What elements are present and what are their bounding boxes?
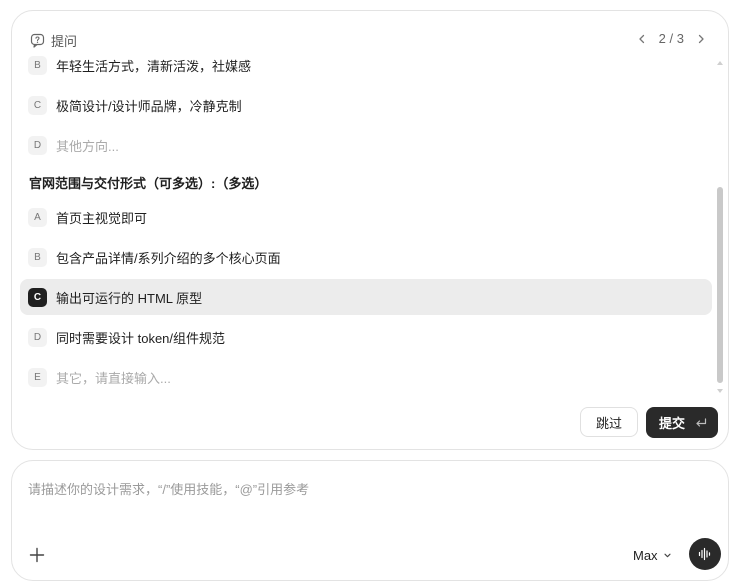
option-q2-a[interactable]: A 首页主视觉即可	[20, 199, 712, 235]
page-separator: /	[669, 31, 674, 46]
option-q2-b[interactable]: B 包含产品详情/系列介绍的多个核心页面	[20, 239, 712, 275]
option-label: 同时需要设计 token/组件规范	[56, 330, 226, 346]
plus-icon[interactable]	[28, 546, 46, 564]
option-key: B	[28, 55, 47, 75]
question-bubble-icon	[30, 33, 45, 48]
option-q2-c-selected[interactable]: C 输出可运行的 HTML 原型	[20, 279, 712, 315]
option-label: 输出可运行的 HTML 原型	[56, 290, 203, 306]
question-title-text: 提问	[51, 34, 78, 49]
option-other-input: 其它，请直接输入...	[56, 370, 171, 386]
option-label: 首页主视觉即可	[56, 210, 148, 226]
model-label: Max	[633, 548, 658, 563]
option-q1-c[interactable]: C 极简设计/设计师品牌，冷静克制	[20, 87, 712, 123]
question-title: 提问	[30, 31, 77, 50]
option-key: C	[28, 95, 47, 115]
enter-return-icon	[694, 416, 708, 430]
waveform-icon	[697, 546, 713, 562]
question-card: 提问 2 / 3 B 年轻生活方式，清新活泼，社媒感 C 极简设计/设计师品牌，…	[11, 10, 729, 450]
chevron-right-icon[interactable]	[694, 32, 708, 46]
chevron-left-icon[interactable]	[635, 32, 649, 46]
option-key: D	[28, 327, 47, 347]
option-key: A	[28, 207, 47, 227]
prompt-input[interactable]: 请描述你的设计需求，“/”使用技能，“@”引用参考	[28, 479, 712, 498]
option-label: 年轻生活方式，清新活泼，社媒感	[56, 58, 252, 74]
option-label: 包含产品详情/系列介绍的多个核心页面	[56, 250, 281, 266]
submit-button-label: 提交	[659, 416, 686, 431]
option-key: D	[28, 135, 47, 155]
pager-text: 2 / 3	[659, 31, 684, 46]
option-key: C	[28, 287, 47, 307]
skip-button[interactable]: 跳过	[580, 407, 638, 437]
page-current: 2	[658, 31, 666, 46]
chevron-down-icon	[663, 551, 672, 560]
scrollbar-thumb[interactable]	[717, 187, 723, 383]
option-label: 极简设计/设计师品牌，冷静克制	[56, 98, 242, 114]
option-q1-d-other[interactable]: D 其他方向...	[20, 127, 712, 163]
question-scroll-area[interactable]: B 年轻生活方式，清新活泼，社媒感 C 极简设计/设计师品牌，冷静克制 D 其他…	[12, 53, 728, 403]
option-key: B	[28, 247, 47, 267]
page-total: 3	[676, 31, 684, 46]
question-heading: 官网范围与交付形式（可多选）:（多选）	[29, 176, 268, 191]
scroll-down-arrow[interactable]	[717, 389, 723, 393]
submit-button[interactable]: 提交	[646, 407, 718, 438]
option-q1-b[interactable]: B 年轻生活方式，清新活泼，社媒感	[20, 53, 712, 83]
option-q2-d[interactable]: D 同时需要设计 token/组件规范	[20, 319, 712, 355]
skip-button-label: 跳过	[595, 415, 622, 431]
option-other-input: 其他方向...	[56, 138, 119, 154]
scroll-up-arrow[interactable]	[717, 61, 723, 65]
option-q2-e-other[interactable]: E 其它，请直接输入...	[20, 359, 712, 395]
voice-input-button[interactable]	[689, 538, 721, 570]
chat-composer: 请描述你的设计需求，“/”使用技能，“@”引用参考 Max	[11, 460, 729, 581]
scrollbar[interactable]	[716, 61, 724, 393]
question-pager: 2 / 3	[635, 31, 708, 46]
option-key: E	[28, 367, 47, 387]
model-selector[interactable]: Max	[633, 548, 672, 563]
